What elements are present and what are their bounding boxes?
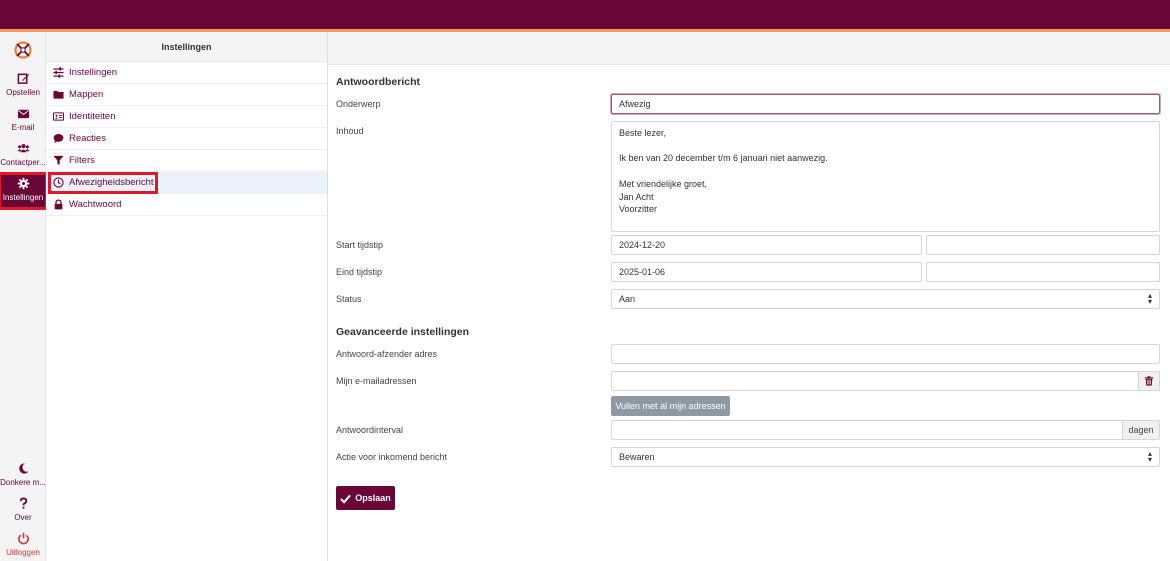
rail-item-about[interactable]: Over <box>0 494 46 528</box>
start-date-input[interactable]: 2024-12-20 <box>611 235 922 255</box>
settings-menu: Instellingen Instellingen Mappen Identit… <box>46 32 328 561</box>
rail-item-dark-mode[interactable]: Donkere m... <box>0 459 46 493</box>
sender-input[interactable] <box>611 344 1160 364</box>
action-label: Actie voor inkomend bericht <box>336 452 448 462</box>
comment-icon <box>53 134 64 144</box>
settings-item-password[interactable]: Wachtwoord <box>46 194 327 216</box>
content-header <box>328 32 1170 65</box>
action-select[interactable]: Bewaren ▴ ▾ <box>611 447 1160 467</box>
gear-icon <box>17 177 29 190</box>
vacation-form: Antwoordbericht Onderwerp Afwezig Inhoud… <box>328 65 1170 561</box>
start-date-value: 2024-12-20 <box>619 240 666 250</box>
settings-item-label: Wachtwoord <box>69 199 122 210</box>
subject-value: Afwezig <box>619 99 651 109</box>
sender-label: Antwoord-afzender adres <box>336 349 438 359</box>
interval-unit: dagen <box>1122 420 1160 440</box>
rail-item-label: E-mail <box>11 123 35 132</box>
rail-item-label: Over <box>14 513 32 522</box>
subject-label: Onderwerp <box>336 99 381 109</box>
settings-item-label: Instellingen <box>69 67 118 78</box>
addresses-label: Mijn e-mailadressen <box>336 376 417 386</box>
settings-item-folders[interactable]: Mappen <box>46 84 327 106</box>
settings-item-responses[interactable]: Reacties <box>46 128 327 150</box>
addresses-input[interactable] <box>611 371 1139 391</box>
settings-item-label: Filters <box>69 155 95 166</box>
interval-label: Antwoordinterval <box>336 425 404 435</box>
trash-icon <box>1144 376 1154 386</box>
rail-item-compose[interactable]: Opstellen <box>0 69 46 103</box>
subject-input[interactable]: Afwezig <box>611 94 1160 114</box>
moon-icon <box>18 463 29 474</box>
compose-icon <box>17 73 29 84</box>
fill-all-addresses-button[interactable]: Vullen met al mijn adressen <box>611 396 730 416</box>
select-arrows-icon: ▴ ▾ <box>1147 291 1152 306</box>
section-title-reply: Antwoordbericht <box>336 76 420 88</box>
selection-highlight <box>48 172 158 194</box>
settings-item-label: Reacties <box>69 133 106 144</box>
rail-item-label: Instellingen <box>2 193 44 202</box>
save-button[interactable]: Opslaan <box>336 486 395 510</box>
roundcube-logo-icon[interactable] <box>13 40 33 60</box>
body-textarea[interactable]: Beste lezer, Ik ben van 20 december t/m … <box>611 121 1160 232</box>
status-select[interactable]: Aan ▴ ▾ <box>611 289 1160 309</box>
rail-item-contacts[interactable]: Contactper... <box>0 139 46 173</box>
settings-item-filters[interactable]: Filters <box>46 150 327 172</box>
action-value: Bewaren <box>619 452 655 462</box>
settings-menu-title: Instellingen <box>46 32 327 62</box>
end-time-input[interactable] <box>926 262 1160 282</box>
top-bar <box>0 0 1170 29</box>
filter-icon <box>53 155 64 166</box>
settings-item-identities[interactable]: Identiteiten <box>46 106 327 128</box>
envelope-icon <box>17 109 29 119</box>
start-time-input[interactable] <box>926 235 1160 255</box>
rail-item-label: Uitloggen <box>6 548 40 557</box>
settings-item-vacation[interactable]: Afwezigheidsbericht <box>46 172 327 194</box>
select-arrows-icon: ▴ ▾ <box>1147 449 1152 464</box>
rail-item-label: Opstellen <box>6 88 40 97</box>
sliders-icon <box>53 67 64 78</box>
rail-item-logout[interactable]: Uitloggen <box>0 529 46 561</box>
delete-address-button[interactable] <box>1138 371 1160 391</box>
question-icon <box>19 497 27 509</box>
power-icon <box>17 532 29 545</box>
lock-icon <box>54 199 63 210</box>
save-button-label: Opslaan <box>355 493 391 503</box>
settings-item-label: Mappen <box>69 89 104 100</box>
interval-input[interactable] <box>611 420 1123 440</box>
rail-item-label: Donkere m... <box>0 478 46 487</box>
folder-icon <box>53 90 64 99</box>
settings-item-preferences[interactable]: Instellingen <box>46 62 327 84</box>
users-icon <box>16 144 30 153</box>
rail-item-settings[interactable]: Instellingen <box>0 172 48 210</box>
section-title-advanced: Geavanceerde instellingen <box>336 326 470 338</box>
rail-item-label: Contactper... <box>0 158 46 167</box>
status-label: Status <box>336 294 362 304</box>
check-icon <box>340 494 352 504</box>
app-navigation-rail: Opstellen E-mail Contactper... Instellin… <box>0 32 48 561</box>
body-label: Inhoud <box>336 126 364 136</box>
settings-item-label: Identiteiten <box>69 111 116 122</box>
rail-item-mail[interactable]: E-mail <box>0 104 46 138</box>
start-label: Start tijdstip <box>336 240 384 250</box>
end-label: Eind tijdstip <box>336 267 383 277</box>
end-date-value: 2025-01-06 <box>619 267 666 277</box>
status-value: Aan <box>619 294 636 304</box>
id-card-icon <box>53 112 64 121</box>
end-date-input[interactable]: 2025-01-06 <box>611 262 922 282</box>
